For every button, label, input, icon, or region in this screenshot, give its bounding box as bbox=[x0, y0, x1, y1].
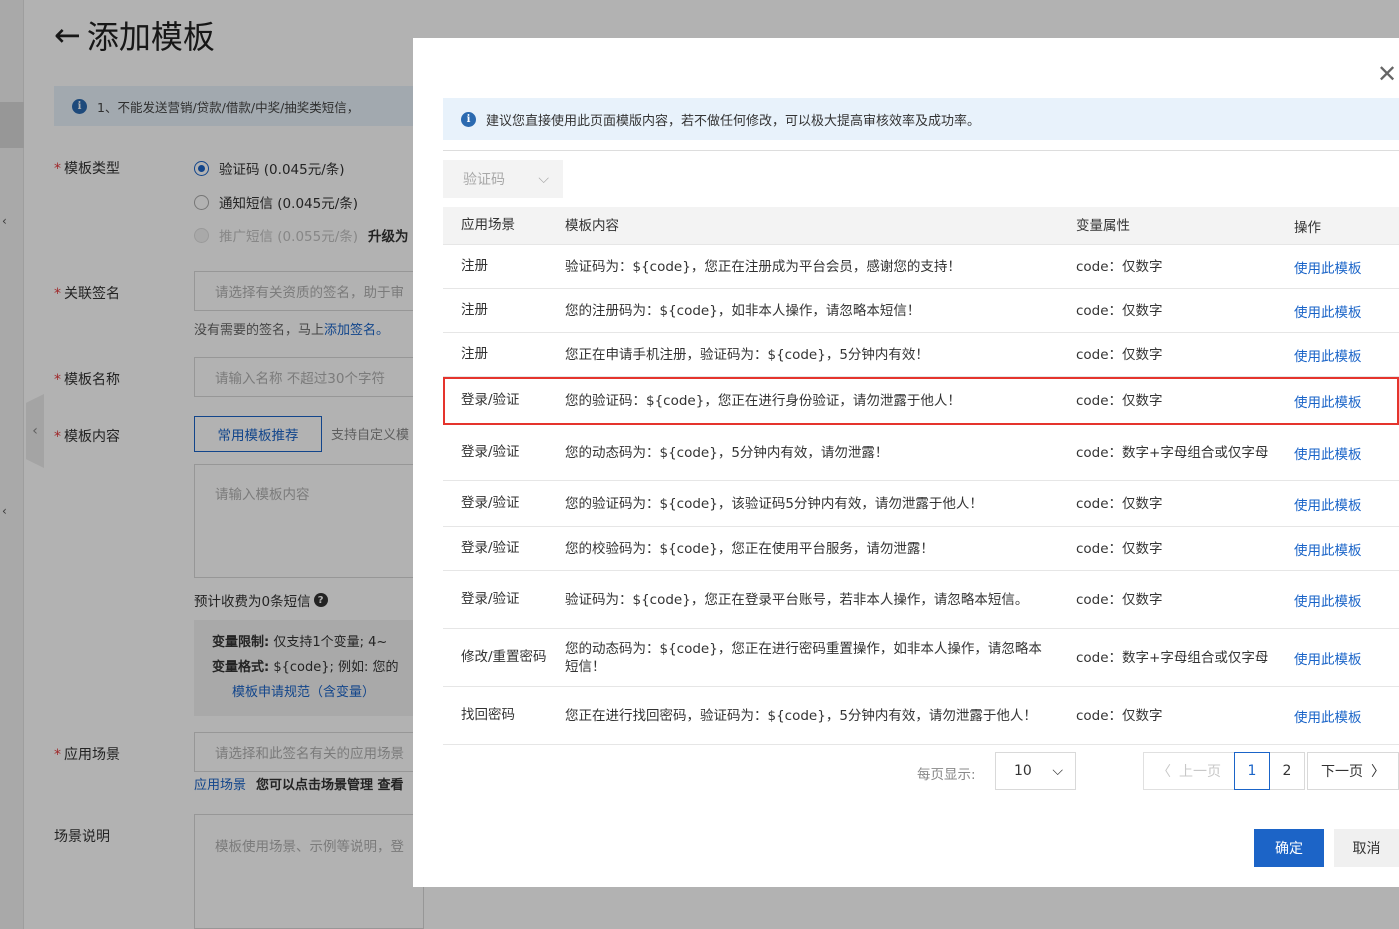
cell-attr: code：仅数字 bbox=[1076, 495, 1163, 512]
cell-attr: code：数字+字母组合或仅字母 bbox=[1076, 444, 1269, 461]
use-template-link[interactable]: 使用此模板 bbox=[1294, 710, 1362, 726]
divider bbox=[443, 150, 1399, 151]
chevron-down-icon: ⌵ bbox=[538, 171, 549, 187]
use-template-link[interactable]: 使用此模板 bbox=[1294, 305, 1362, 321]
cell-content: 验证码为：${code}，您正在注册成为平台会员，感谢您的支持！ bbox=[565, 258, 961, 275]
cell-attr: code：仅数字 bbox=[1076, 346, 1163, 363]
cell-scene: 登录/验证 bbox=[461, 444, 520, 460]
cancel-button[interactable]: 取消 bbox=[1334, 829, 1399, 867]
cell-scene: 注册 bbox=[461, 258, 488, 274]
cell-content: 验证码为：${code}，您正在登录平台账号，若非本人操作，请忽略本短信。 bbox=[565, 591, 1029, 608]
table-row: 登录/验证 您的动态码为：${code}，5分钟内有效，请勿泄露！ code：数… bbox=[443, 425, 1399, 481]
col-content: 模板内容 bbox=[565, 217, 619, 234]
cell-attr: code：仅数字 bbox=[1076, 302, 1163, 319]
col-scene: 应用场景 bbox=[461, 217, 515, 233]
cell-scene: 注册 bbox=[461, 302, 488, 318]
confirm-button[interactable]: 确定 bbox=[1254, 829, 1324, 867]
cell-content: 您正在进行找回密码，验证码为：${code}，5分钟内有效，请勿泄露于他人！ bbox=[565, 707, 1037, 724]
table-row: 找回密码 您正在进行找回密码，验证码为：${code}，5分钟内有效，请勿泄露于… bbox=[443, 687, 1399, 745]
table-row: 注册 您正在申请手机注册，验证码为：${code}，5分钟内有效！ code：仅… bbox=[443, 333, 1399, 377]
template-recommend-modal: ✕ i 建议您直接使用此页面模版内容，若不做任何修改，可以极大提高审核效率及成功… bbox=[413, 38, 1399, 887]
table-row: 登录/验证 您的验证码为：${code}，该验证码5分钟内有效，请勿泄露于他人！… bbox=[443, 481, 1399, 527]
use-template-link[interactable]: 使用此模板 bbox=[1294, 261, 1362, 277]
next-page-button[interactable]: 下一页〉 bbox=[1307, 752, 1399, 790]
cell-content: 您的验证码：${code}，您正在进行身份验证，请勿泄露于他人！ bbox=[565, 392, 961, 409]
cell-scene: 登录/验证 bbox=[461, 591, 520, 607]
prev-page-button: 〈上一页 bbox=[1143, 752, 1235, 790]
pagination: 每页显示: 10 ⌵ 〈上一页 1 2 下一页〉 bbox=[443, 752, 1399, 790]
cell-content: 您的注册码为：${code}，如非本人操作，请忽略本短信！ bbox=[565, 302, 921, 319]
use-template-link[interactable]: 使用此模板 bbox=[1294, 594, 1362, 610]
chevron-down-icon: ⌵ bbox=[1052, 763, 1063, 779]
info-icon: i bbox=[461, 111, 476, 127]
table-row: 修改/重置密码 您的动态码为：${code}，您正在进行密码重置操作，如非本人操… bbox=[443, 629, 1399, 687]
cell-attr: code：仅数字 bbox=[1076, 540, 1163, 557]
use-template-link[interactable]: 使用此模板 bbox=[1294, 498, 1362, 514]
cell-content: 您的验证码为：${code}，该验证码5分钟内有效，请勿泄露于他人！ bbox=[565, 495, 983, 512]
table-row-highlighted: 登录/验证 您的验证码：${code}，您正在进行身份验证，请勿泄露于他人！ c… bbox=[443, 377, 1399, 425]
template-type-filter[interactable]: 验证码 ⌵ bbox=[443, 160, 563, 198]
page-size-select[interactable]: 10 ⌵ bbox=[995, 752, 1076, 790]
page-1-button[interactable]: 1 bbox=[1234, 752, 1270, 790]
cell-attr: code：仅数字 bbox=[1076, 591, 1163, 608]
cell-content: 您的校验码为：${code}，您正在使用平台服务，请勿泄露！ bbox=[565, 540, 934, 557]
use-template-link[interactable]: 使用此模板 bbox=[1294, 543, 1362, 559]
template-table: 应用场景 模板内容 变量属性 操作 注册 验证码为：${code}，您正在注册成… bbox=[443, 207, 1399, 745]
table-header: 应用场景 模板内容 变量属性 操作 bbox=[443, 207, 1399, 245]
use-template-link[interactable]: 使用此模板 bbox=[1294, 447, 1362, 463]
table-row: 注册 您的注册码为：${code}，如非本人操作，请忽略本短信！ code：仅数… bbox=[443, 289, 1399, 333]
cell-scene: 登录/验证 bbox=[461, 495, 520, 511]
close-icon[interactable]: ✕ bbox=[1377, 60, 1399, 88]
col-attr: 变量属性 bbox=[1076, 217, 1130, 234]
cell-scene: 登录/验证 bbox=[461, 540, 520, 556]
chevron-left-icon: 〈 bbox=[1157, 764, 1171, 780]
cell-scene: 找回密码 bbox=[461, 707, 515, 723]
page-2-button[interactable]: 2 bbox=[1269, 752, 1305, 790]
cell-content: 您正在申请手机注册，验证码为：${code}，5分钟内有效！ bbox=[565, 346, 929, 363]
use-template-link[interactable]: 使用此模板 bbox=[1294, 349, 1362, 365]
chevron-right-icon: 〉 bbox=[1371, 764, 1385, 780]
cell-content: 您的动态码为：${code}，5分钟内有效，请勿泄露！ bbox=[565, 444, 889, 461]
modal-tip-banner: i 建议您直接使用此页面模版内容，若不做任何修改，可以极大提高审核效率及成功率。 bbox=[443, 98, 1399, 140]
use-template-link[interactable]: 使用此模板 bbox=[1294, 652, 1362, 668]
page-size-label: 每页显示: bbox=[917, 767, 976, 783]
cell-attr: code：数字+字母组合或仅字母 bbox=[1076, 649, 1269, 666]
table-row: 登录/验证 您的校验码为：${code}，您正在使用平台服务，请勿泄露！ cod… bbox=[443, 527, 1399, 571]
table-row: 登录/验证 验证码为：${code}，您正在登录平台账号，若非本人操作，请忽略本… bbox=[443, 571, 1399, 629]
cell-content: 您的动态码为：${code}，您正在进行密码重置操作，如非本人操作，请忽略本短信… bbox=[565, 640, 1042, 675]
cell-attr: code：仅数字 bbox=[1076, 258, 1163, 275]
cell-scene: 修改/重置密码 bbox=[461, 649, 547, 665]
cell-attr: code：仅数字 bbox=[1076, 392, 1163, 409]
table-row: 注册 验证码为：${code}，您正在注册成为平台会员，感谢您的支持！ code… bbox=[443, 245, 1399, 289]
cell-attr: code：仅数字 bbox=[1076, 707, 1163, 724]
col-action: 操作 bbox=[1294, 219, 1321, 236]
use-template-link[interactable]: 使用此模板 bbox=[1294, 395, 1362, 411]
cell-scene: 登录/验证 bbox=[461, 392, 520, 408]
cell-scene: 注册 bbox=[461, 346, 488, 362]
